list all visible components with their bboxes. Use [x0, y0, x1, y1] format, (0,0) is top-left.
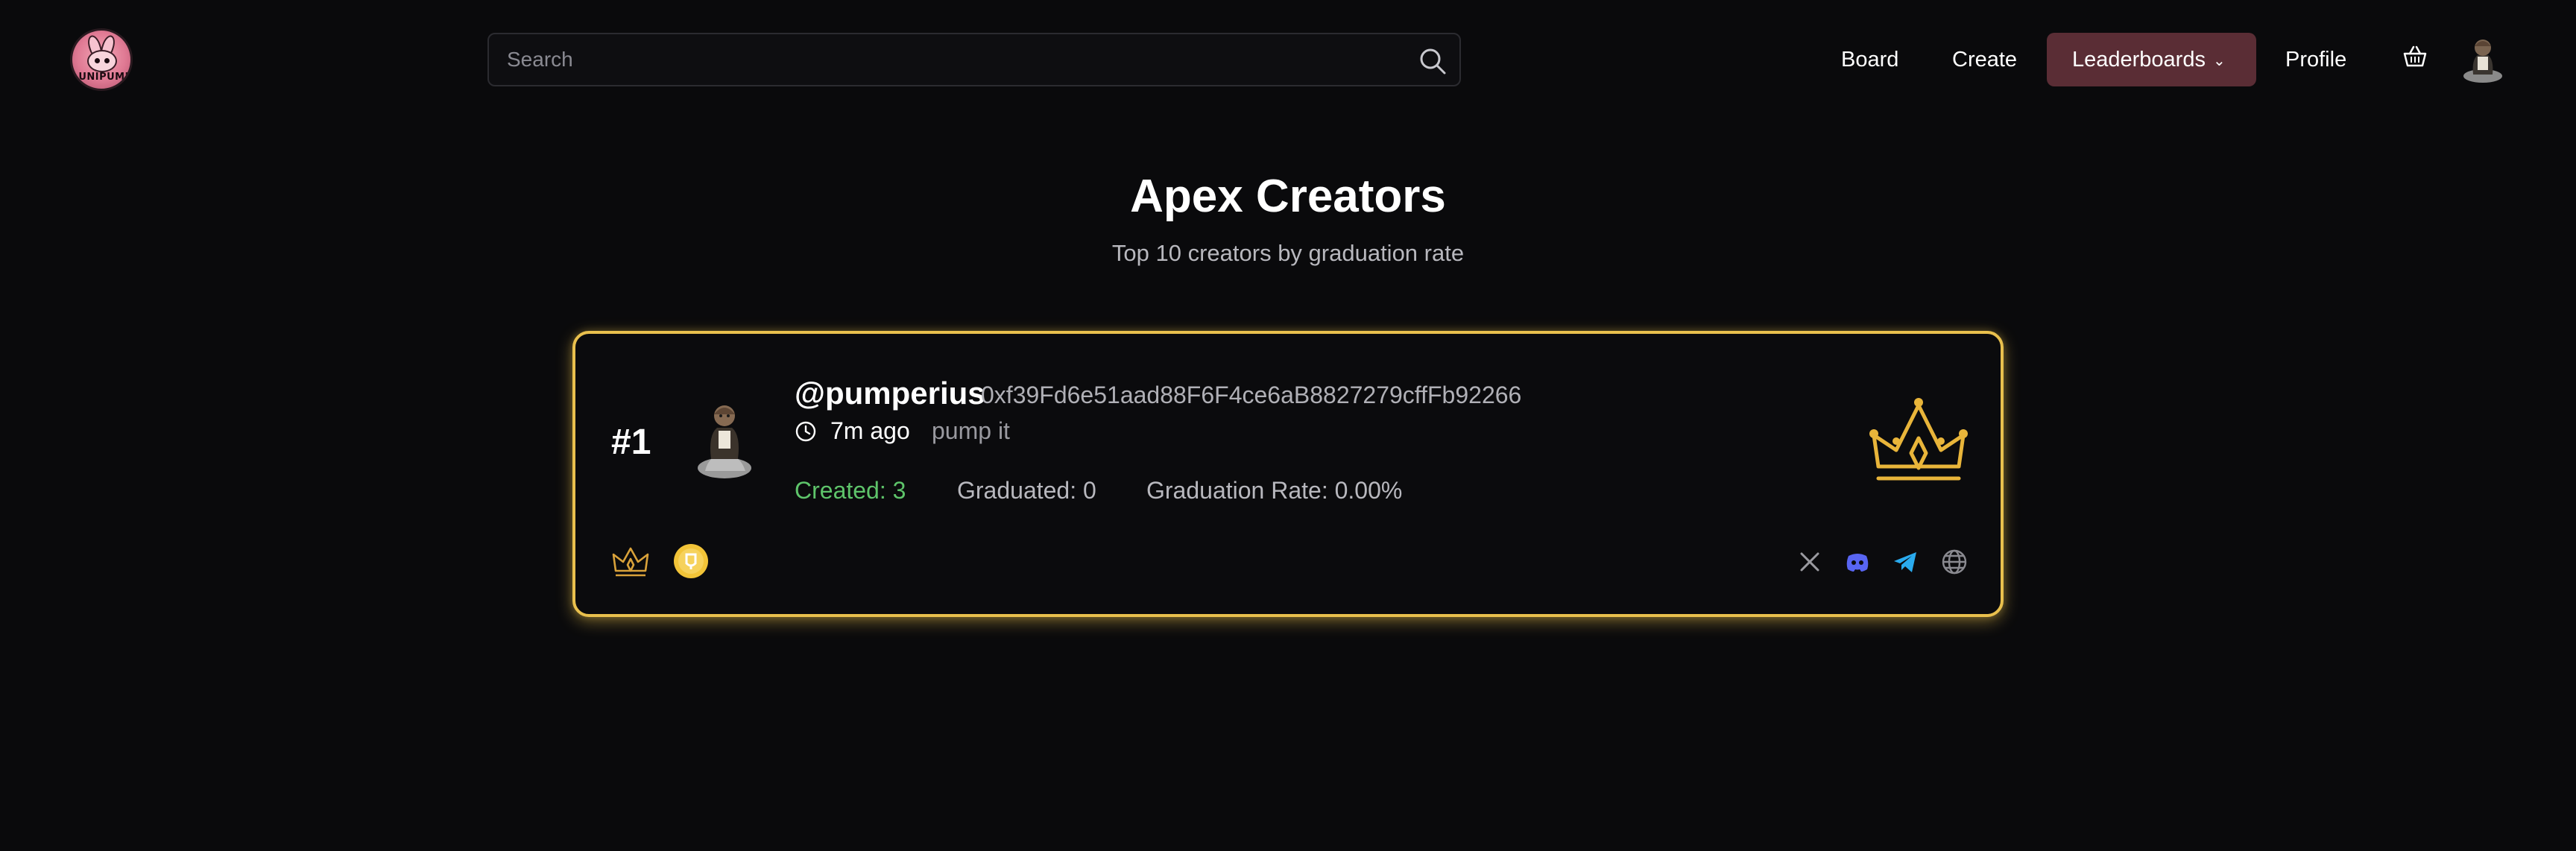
creator-handle[interactable]: @pumperius: [795, 376, 985, 411]
avatar[interactable]: [2460, 30, 2506, 83]
globe-icon[interactable]: [1939, 547, 1969, 577]
small-crown-icon: [612, 547, 649, 577]
rank-label: #1: [611, 423, 651, 462]
logo-wordmark: LUNIPUMP: [72, 72, 133, 83]
stat-graduation-rate: Graduation Rate: 0.00%: [1146, 477, 1403, 504]
creator-address[interactable]: 0xf39Fd6e51aad88F6F4ce6aB8827279cffFb922…: [981, 382, 1521, 409]
creator-avatar[interactable]: [692, 393, 754, 483]
crown-icon: [1869, 398, 1968, 481]
telegram-icon[interactable]: [1890, 547, 1920, 577]
creator-tagline: pump it: [932, 417, 1010, 444]
site-logo[interactable]: LUNIPUMP: [70, 28, 133, 91]
page-title: Apex Creators: [1130, 171, 1446, 222]
time-ago: 7m ago: [830, 417, 910, 444]
nav-leaderboards-label: Leaderboards: [2072, 48, 2206, 72]
logo-face: [87, 50, 117, 72]
nav-profile[interactable]: Profile: [2285, 33, 2346, 86]
creator-card[interactable]: #1 @pumperius 0xf39Fd6e51aad88F6F4ce6aB8…: [572, 331, 2004, 617]
chevron-down-icon: ⌄: [2212, 53, 2226, 69]
coin-badge-icon: [674, 544, 708, 578]
stat-created: Created: 3: [795, 477, 906, 504]
clock-icon: [795, 421, 816, 442]
discord-icon[interactable]: [1843, 547, 1872, 577]
basket-icon[interactable]: [2402, 43, 2428, 70]
nav-leaderboards[interactable]: Leaderboards ⌄: [2047, 33, 2256, 86]
page-subtitle: Top 10 creators by graduation rate: [1111, 240, 1465, 266]
nav-board[interactable]: Board: [1841, 33, 1898, 86]
stat-graduated: Graduated: 0: [957, 477, 1096, 504]
search-bar: [487, 33, 1461, 86]
top-header: LUNIPUMP Board Create Leaderboards ⌄ Prof…: [0, 0, 2576, 119]
search-icon[interactable]: [1418, 46, 1448, 76]
nav-create[interactable]: Create: [1952, 33, 2017, 86]
search-input[interactable]: [507, 34, 1386, 85]
x-icon[interactable]: [1795, 547, 1825, 577]
